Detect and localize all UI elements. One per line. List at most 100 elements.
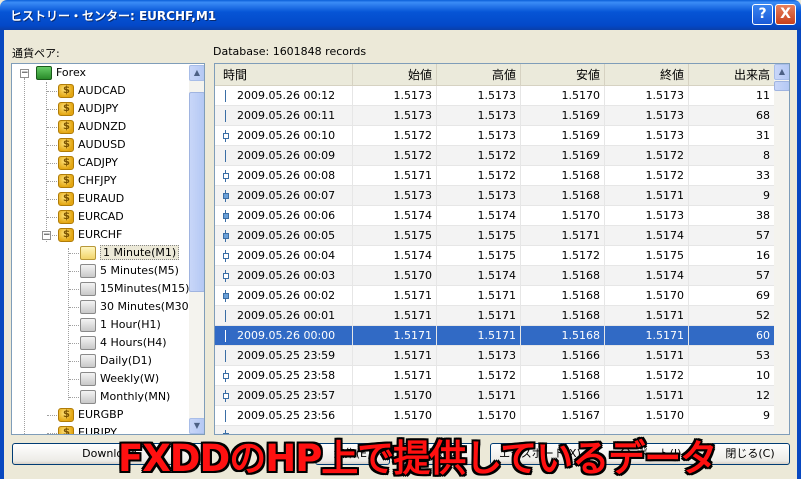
title-bar[interactable]: ヒストリー・センター: EURCHF,M1 ? X [0,0,801,30]
tree-item-timeframe[interactable]: Monthly(MN) [80,388,170,406]
cell-low: 1.5168 [521,186,605,206]
tree-line [69,379,79,380]
tree-item-label: 1 Minute(M1) [100,245,180,260]
cell-time: 2009.05.25 23:57 [215,386,353,406]
cell-close: 1.5175 [605,246,689,266]
table-row[interactable]: 2009.05.25 23:58 1.5171 1.5172 1.5168 1.5172… [215,366,775,386]
table-row[interactable]: 2009.05.26 00:10 1.5172 1.5173 1.5169 1.5173… [215,126,775,146]
tree-line [46,82,47,242]
tree-item-label: EURGBP [78,408,124,421]
cell-high: 1.5172 [437,146,521,166]
tree-line [69,307,79,308]
table-row[interactable]: 2009.05.26 00:07 1.5173 1.5173 1.5168 1.5171… [215,186,775,206]
cell-open: 1.5171 [353,346,437,366]
column-header-open[interactable]: 始値 [353,64,437,86]
tree-item-label: EURCHF [78,228,123,241]
table-row[interactable]: 2009.05.26 00:12 1.5173 1.5173 1.5170 1.5173… [215,86,775,106]
table-row[interactable]: 2009.05.26 00:08 1.5171 1.5172 1.5168 1.5172… [215,166,775,186]
cell-high: 1.5174 [437,266,521,286]
collapse-pair-toggle[interactable]: − [42,231,51,240]
symbol-tree[interactable]: − Forex AUDCAD AUDJPY AUDNZD AUDUSD CADJPY CH… [11,63,205,435]
table-scroll-thumb[interactable] [774,81,789,91]
tree-item-timeframe[interactable]: Weekly(W) [80,370,159,388]
cell-high: 1.5170 [437,406,521,426]
column-header-volume[interactable]: 出来高 [689,64,775,86]
table-row[interactable]: 2009.05.26 00:05 1.5175 1.5175 1.5171 1.5174… [215,226,775,246]
close-window-button[interactable]: X [775,4,796,25]
history-table[interactable]: 時間 始値 高値 安値 終値 出来高 2009.05.26 00:12 1.517… [214,63,790,435]
cell-high: 1.5171 [437,386,521,406]
table-row[interactable]: 2009.05.26 00:04 1.5174 1.5175 1.5172 1.5175… [215,246,775,266]
tree-line [69,325,79,326]
close-button[interactable]: 閉じる(C) [710,443,790,465]
tree-line [47,163,57,164]
tree-item-label: CADJPY [78,156,119,169]
tree-item-pair[interactable]: EURCHF [58,226,122,244]
table-row[interactable]: 2009.05.25 23:57 1.5170 1.5171 1.5166 1.5171… [215,386,775,406]
table-row[interactable]: 2009.05.26 00:02 1.5171 1.5171 1.5168 1.5170… [215,286,775,306]
table-row[interactable]: 2009.05.26 00:09 1.5172 1.5172 1.5169 1.5172… [215,146,775,166]
tree-item-timeframe[interactable]: 30 Minutes(M30) [80,298,193,316]
tree-item-forex[interactable]: Forex [36,64,86,82]
table-row[interactable]: 2009.05.26 00:03 1.5170 1.5174 1.5168 1.5174… [215,266,775,286]
timeframe-chart-icon [80,282,96,296]
tree-item-timeframe[interactable]: 1 Hour(H1) [80,316,161,334]
tree-item-timeframe[interactable]: Daily(D1) [80,352,152,370]
tree-item-pair[interactable]: AUDUSD [58,136,126,154]
scroll-up-icon[interactable]: ▲ [189,65,204,81]
tree-item-pair[interactable]: EURAUD [58,190,124,208]
tree-item-pair[interactable]: EURCAD [58,208,124,226]
currency-coin-icon [58,118,74,136]
tree-item-timeframe[interactable]: 4 Hours(H4) [80,334,167,352]
cell-time: 2009.05.26 00:00 [215,326,353,346]
tree-item-pair[interactable]: CHFJPY [58,172,117,190]
tree-item-label: EURAUD [78,192,125,205]
cell-time: 2009.05.26 00:10 [215,126,353,146]
tree-item-pair[interactable]: EURGBP [58,406,123,424]
scroll-up-icon[interactable]: ▲ [774,64,789,80]
table-scrollbar[interactable]: ▲ [774,64,789,434]
cell-low: 1.5168 [521,166,605,186]
column-header-low[interactable]: 安値 [521,64,605,86]
cell-volume: 31 [689,126,775,146]
currency-coin-icon [58,82,74,100]
collapse-forex-toggle[interactable]: − [20,69,29,78]
tree-scroll-thumb[interactable] [189,92,204,292]
table-row[interactable]: 2009.05.25 23:56 1.5170 1.5170 1.5167 1.5170… [215,406,775,426]
tree-item-timeframe[interactable]: 5 Minutes(M5) [80,262,179,280]
table-row[interactable]: 2009.05.26 00:06 1.5174 1.5174 1.5170 1.5173… [215,206,775,226]
cell-close: 1.5171 [605,186,689,206]
cell-open: 1.5171 [353,306,437,326]
table-row[interactable]: 2009.05.26 00:00 1.5171 1.5171 1.5168 1.5171… [215,326,775,346]
tree-scrollbar[interactable]: ▲ ▼ [189,65,204,434]
window-frame-left [0,30,4,479]
cell-low: 1.5166 [521,346,605,366]
table-row[interactable]: 2009.05.25 23:59 1.5171 1.5173 1.5166 1.5171… [215,346,775,366]
tree-item-pair[interactable]: AUDJPY [58,100,118,118]
cell-open: 1.5173 [353,106,437,126]
cell-low: 1.5169 [521,126,605,146]
tree-item-timeframe[interactable]: 1 Minute(M1) [80,244,180,262]
tree-item-timeframe[interactable]: 15Minutes(M15) [80,280,189,298]
column-header-time[interactable]: 時間 [215,64,353,86]
cell-open: 1.5175 [353,226,437,246]
tree-line [24,78,25,434]
help-button[interactable]: ? [752,4,773,25]
tree-item-pair[interactable]: EURJPY [58,424,117,434]
cell-close: 1.5172 [605,166,689,186]
table-row[interactable]: 2009.05.26 00:01 1.5171 1.5171 1.5168 1.5171… [215,306,775,326]
cell-high: 1.5173 [437,186,521,206]
tree-item-pair[interactable]: AUDCAD [58,82,126,100]
cell-high: 1.5171 [437,306,521,326]
cell-open: 1.5171 [353,166,437,186]
cell-close: 1.5172 [605,146,689,166]
tree-item-pair[interactable]: CADJPY [58,154,118,172]
column-header-high[interactable]: 高値 [437,64,521,86]
tree-item-pair[interactable]: AUDNZD [58,118,126,136]
cell-volume: 38 [689,206,775,226]
cell-close: 1.5173 [605,106,689,126]
table-row[interactable]: 2009.05.26 00:11 1.5173 1.5173 1.5169 1.5173… [215,106,775,126]
column-header-close[interactable]: 終値 [605,64,689,86]
cell-high: 1.5175 [437,226,521,246]
cell-volume: 57 [689,266,775,286]
